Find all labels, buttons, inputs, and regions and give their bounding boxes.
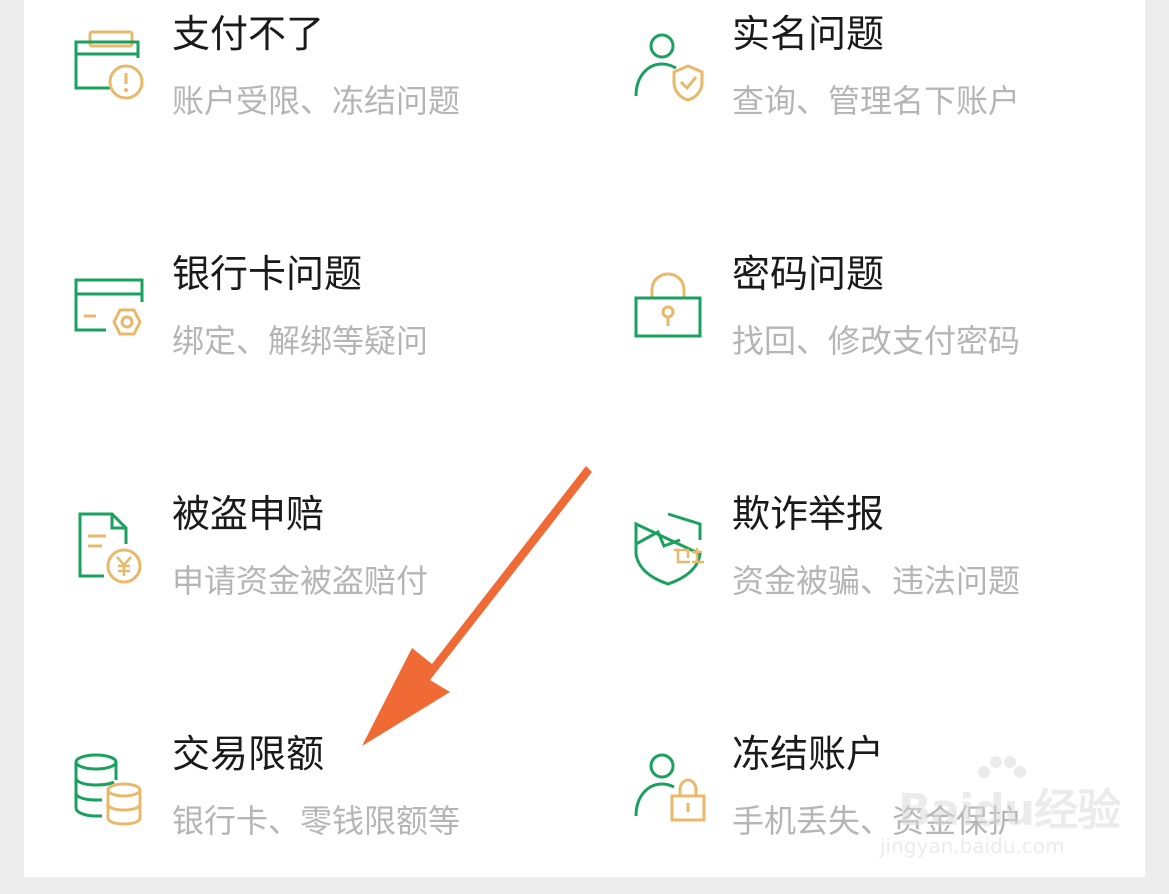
coin-stack-icon: [70, 750, 150, 830]
service-title: 支付不了: [172, 12, 325, 56]
padlock-icon: [630, 270, 710, 350]
service-title: 银行卡问题: [172, 252, 363, 296]
service-bank-card[interactable]: 银行卡问题 绑定、解绑等疑问: [32, 244, 572, 414]
shield-guard-icon: [630, 510, 710, 590]
service-transaction-limit[interactable]: 交易限额 银行卡、零钱限额等: [32, 724, 572, 894]
service-desc: 查询、管理名下账户: [732, 82, 1021, 120]
service-desc: 银行卡、零钱限额等: [172, 802, 461, 840]
wallet-alert-icon: [70, 30, 150, 110]
person-lock-icon: [630, 750, 710, 830]
service-freeze-account[interactable]: 冻结账户 手机丢失、资金保护: [592, 724, 1132, 894]
service-title: 欺诈举报: [732, 492, 885, 536]
service-desc: 账户受限、冻结问题: [172, 82, 461, 120]
service-real-name[interactable]: 实名问题 查询、管理名下账户: [592, 4, 1132, 174]
document-yuan-icon: [70, 510, 150, 590]
service-theft-claim[interactable]: 被盗申赔 申请资金被盗赔付: [32, 484, 572, 654]
service-title: 被盗申赔: [172, 492, 325, 536]
service-desc: 申请资金被盗赔付: [172, 562, 429, 600]
service-payment-failed[interactable]: 支付不了 账户受限、冻结问题: [32, 4, 572, 174]
service-title: 密码问题: [732, 252, 885, 296]
service-fraud-report[interactable]: 欺诈举报 资金被骗、违法问题: [592, 484, 1132, 654]
service-password[interactable]: 密码问题 找回、修改支付密码: [592, 244, 1132, 414]
service-desc: 资金被骗、违法问题: [732, 562, 1021, 600]
person-shield-icon: [630, 30, 710, 110]
card-gear-icon: [70, 270, 150, 350]
service-title: 实名问题: [732, 12, 885, 56]
service-title: 交易限额: [172, 732, 325, 776]
service-title: 冻结账户: [732, 732, 885, 776]
service-desc: 绑定、解绑等疑问: [172, 322, 429, 360]
service-panel: 支付不了 账户受限、冻结问题 实名问题 查询、管理名下账户 银行卡问题 绑定、解…: [24, 0, 1145, 877]
service-desc: 找回、修改支付密码: [732, 322, 1021, 360]
service-desc: 手机丢失、资金保护: [732, 802, 1021, 840]
